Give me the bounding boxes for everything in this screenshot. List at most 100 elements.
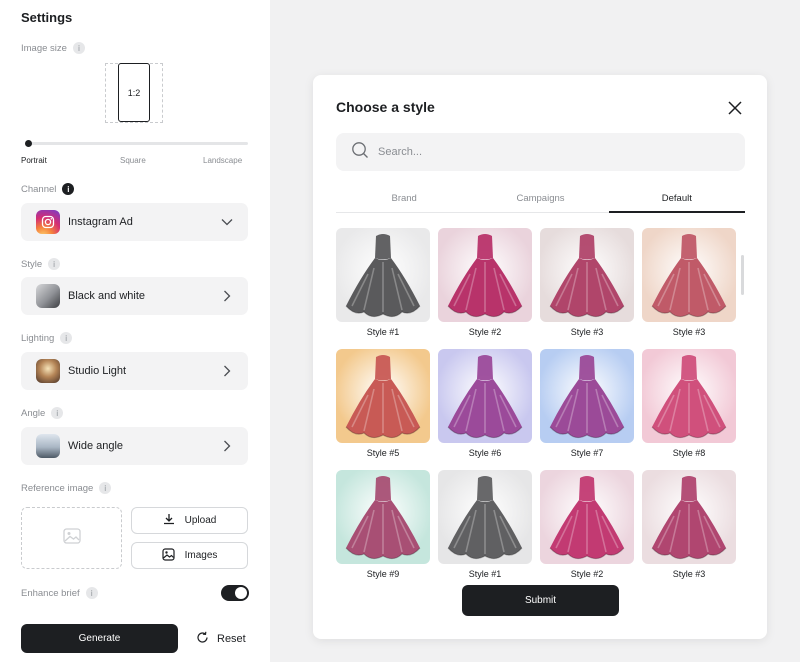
lighting-select[interactable]: Studio Light	[21, 352, 248, 390]
channel-label-text: Channel	[21, 183, 57, 195]
style-card[interactable]: Style #1	[438, 470, 532, 579]
lighting-label: Lighting i	[21, 332, 73, 344]
image-size-label: Image size i	[21, 42, 85, 54]
style-thumbnail	[36, 284, 60, 308]
instagram-icon	[36, 210, 60, 234]
lighting-thumbnail	[36, 359, 60, 383]
grid-scrollbar[interactable]	[741, 255, 744, 295]
images-button[interactable]: Images	[131, 542, 248, 569]
dress-image	[345, 355, 421, 439]
image-placeholder-icon	[62, 527, 81, 549]
chevron-right-icon	[220, 289, 234, 303]
style-search-field[interactable]	[336, 133, 745, 171]
angle-value: Wide angle	[68, 440, 124, 452]
search-input[interactable]	[378, 146, 678, 158]
angle-label: Angle i	[21, 407, 64, 419]
channel-select[interactable]: Instagram Ad	[21, 203, 248, 241]
size-slider-handle[interactable]	[25, 140, 32, 147]
reference-image-label-text: Reference image	[21, 482, 94, 494]
style-card[interactable]: Style #2	[438, 228, 532, 337]
style-thumbnail[interactable]	[642, 349, 736, 443]
reset-icon	[196, 631, 209, 647]
style-thumbnail[interactable]	[438, 470, 532, 564]
style-thumbnail[interactable]	[540, 228, 634, 322]
angle-select[interactable]: Wide angle	[21, 427, 248, 465]
reset-button[interactable]: Reset	[196, 631, 246, 647]
upload-button[interactable]: Upload	[131, 507, 248, 534]
reset-label: Reset	[217, 633, 246, 645]
tab-campaigns[interactable]: Campaigns	[472, 185, 608, 212]
angle-thumbnail	[36, 434, 60, 458]
style-select[interactable]: Black and white	[21, 277, 248, 315]
info-icon[interactable]: i	[48, 258, 61, 270]
style-card[interactable]: Style #1	[336, 228, 430, 337]
style-card[interactable]: Style #8	[642, 349, 736, 458]
enhance-brief-toggle[interactable]	[221, 585, 249, 601]
style-card[interactable]: Style #3	[540, 228, 634, 337]
style-label: Style #3	[672, 327, 706, 337]
info-icon[interactable]: i	[72, 42, 85, 54]
info-icon[interactable]: i	[99, 482, 112, 494]
submit-button[interactable]: Submit	[462, 585, 619, 616]
style-card[interactable]: Style #3	[642, 228, 736, 337]
image-size-label-text: Image size	[21, 42, 67, 54]
info-icon[interactable]: i	[51, 407, 64, 419]
style-card[interactable]: Style #7	[540, 349, 634, 458]
style-card[interactable]: Style #9	[336, 470, 430, 579]
style-label: Style #9	[366, 569, 400, 579]
style-thumbnail[interactable]	[540, 470, 634, 564]
settings-panel: Settings Image size i 1:2 Portrait Squar…	[0, 0, 270, 662]
generate-label: Generate	[78, 633, 121, 644]
dress-image	[651, 234, 727, 318]
style-thumbnail[interactable]	[540, 349, 634, 443]
ratio-preview: 1:2	[118, 63, 150, 122]
style-card[interactable]: Style #3	[642, 470, 736, 579]
dress-image	[651, 355, 727, 439]
style-thumbnail[interactable]	[642, 228, 736, 322]
style-card[interactable]: Style #6	[438, 349, 532, 458]
chevron-right-icon	[220, 364, 234, 378]
search-icon	[351, 141, 369, 164]
dress-image	[447, 476, 523, 560]
generate-button[interactable]: Generate	[21, 624, 178, 653]
reference-image-dropzone[interactable]	[21, 507, 122, 569]
style-label: Style i	[21, 258, 61, 270]
channel-label: Channel i	[21, 183, 75, 195]
dress-image	[345, 476, 421, 560]
style-card[interactable]: Style #5	[336, 349, 430, 458]
settings-title: Settings	[21, 10, 73, 25]
style-label: Style #6	[468, 448, 502, 458]
upload-icon	[163, 513, 175, 528]
style-thumbnail[interactable]	[336, 349, 430, 443]
chevron-down-icon	[220, 215, 234, 229]
style-label: Style #5	[366, 448, 400, 458]
style-label: Style #1	[366, 327, 400, 337]
lighting-value: Studio Light	[68, 365, 127, 377]
style-grid: Style #1 Style #2 Style #3 Style #3 Style #5…	[336, 228, 746, 579]
reference-image-label: Reference image i	[21, 482, 112, 494]
style-label-text: Style	[21, 258, 43, 270]
dress-image	[447, 355, 523, 439]
style-label: Style #8	[672, 448, 706, 458]
style-thumbnail[interactable]	[438, 349, 532, 443]
image-icon	[161, 547, 175, 564]
style-thumbnail[interactable]	[642, 470, 736, 564]
slider-label-square: Square	[120, 156, 146, 165]
info-icon[interactable]: i	[62, 183, 75, 195]
tab-default[interactable]: Default	[608, 185, 746, 213]
enhance-brief-label: Enhance brief i	[21, 587, 98, 599]
size-slider-track[interactable]	[27, 142, 248, 145]
style-thumbnail[interactable]	[438, 228, 532, 322]
ratio-text: 1:2	[127, 87, 141, 98]
dress-image	[549, 355, 625, 439]
tab-brand[interactable]: Brand	[336, 185, 472, 212]
info-icon[interactable]: i	[85, 587, 98, 599]
style-thumbnail[interactable]	[336, 470, 430, 564]
info-icon[interactable]: i	[60, 332, 73, 344]
style-card[interactable]: Style #2	[540, 470, 634, 579]
style-label: Style #3	[672, 569, 706, 579]
close-icon[interactable]	[727, 100, 743, 116]
submit-label: Submit	[524, 595, 557, 606]
upload-label: Upload	[184, 515, 217, 526]
style-thumbnail[interactable]	[336, 228, 430, 322]
